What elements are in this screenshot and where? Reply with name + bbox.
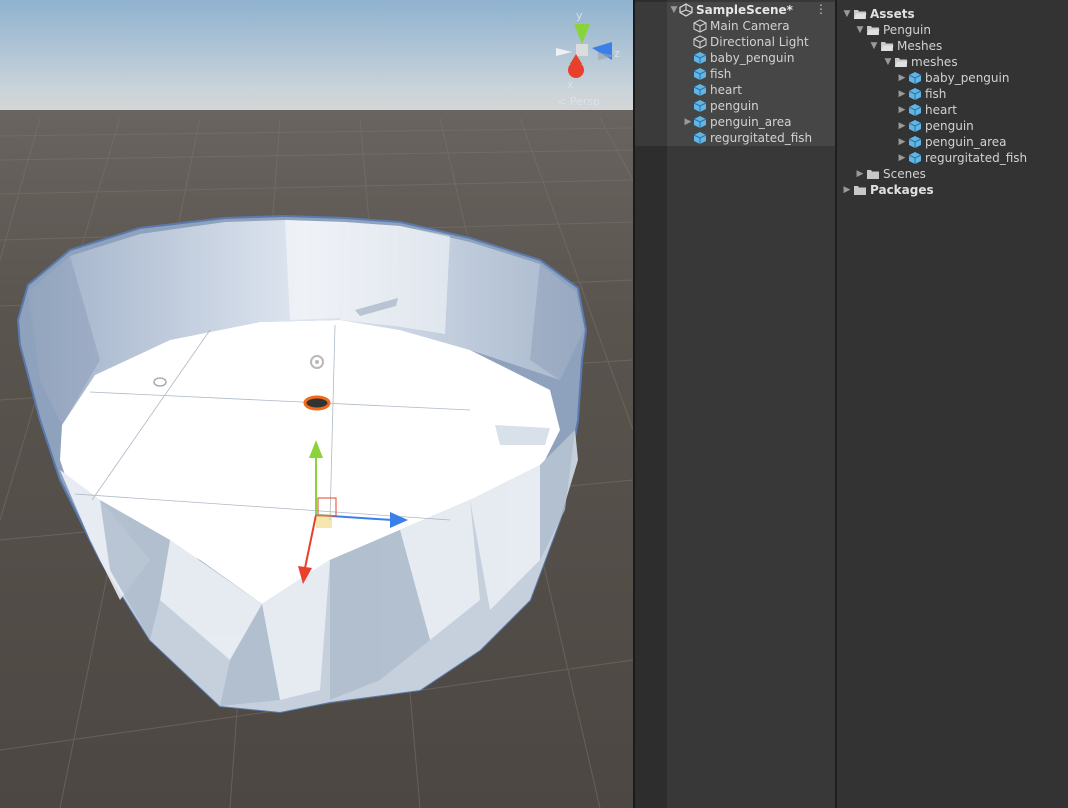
- hierarchy-item-label: penguin: [710, 99, 759, 113]
- project-asset-fish[interactable]: ▶ fish: [896, 86, 947, 102]
- project-folder-penguin[interactable]: ▼ Penguin: [854, 22, 931, 38]
- project-folder-assets[interactable]: ▼ Assets: [841, 6, 915, 22]
- expand-arrow-icon[interactable]: ▶: [896, 105, 908, 115]
- cube-icon: [693, 35, 707, 49]
- expand-arrow-icon[interactable]: ▶: [683, 117, 693, 127]
- project-asset-penguin[interactable]: ▶ penguin: [896, 118, 974, 134]
- expand-arrow-icon[interactable]: ▼: [868, 41, 880, 51]
- gizmo-y-label: y: [576, 9, 583, 22]
- hierarchy-item-label: Main Camera: [710, 19, 790, 33]
- model-prefab-icon: [908, 104, 922, 116]
- model-prefab-icon: [908, 136, 922, 148]
- hierarchy-panel: ▼ SampleScene* ⋮ Main Camera Directional…: [635, 0, 835, 808]
- hierarchy-item-main-camera[interactable]: Main Camera: [635, 18, 835, 34]
- hierarchy-item-baby-penguin[interactable]: baby_penguin: [635, 50, 835, 66]
- expand-arrow-icon[interactable]: ▶: [896, 121, 908, 131]
- asset-label: heart: [925, 103, 957, 117]
- hierarchy-item-label: heart: [710, 83, 742, 97]
- folder-label: Scenes: [883, 167, 926, 181]
- model-prefab-icon: [908, 72, 922, 84]
- folder-open-icon: [895, 58, 908, 67]
- folder-icon: [854, 186, 866, 195]
- hierarchy-item-label: regurgitated_fish: [710, 131, 813, 145]
- gizmo-z-label: z: [614, 47, 620, 60]
- expand-arrow-icon[interactable]: ▼: [854, 25, 866, 35]
- expand-arrow-icon[interactable]: ▼: [841, 9, 853, 19]
- asset-label: fish: [925, 87, 947, 101]
- expand-arrow-icon[interactable]: ▶: [896, 89, 908, 99]
- expand-arrow-icon[interactable]: ▶: [896, 73, 908, 83]
- folder-label: Meshes: [897, 39, 943, 53]
- hierarchy-item-fish[interactable]: fish: [635, 66, 835, 82]
- model-prefab-icon: [908, 152, 922, 164]
- projection-toggle[interactable]: < Persp: [557, 95, 600, 108]
- project-asset-baby-penguin[interactable]: ▶ baby_penguin: [896, 70, 1010, 86]
- hierarchy-item-penguin-area[interactable]: ▶ penguin_area: [635, 114, 835, 130]
- prefab-icon: [693, 100, 707, 112]
- asset-label: penguin_area: [925, 135, 1007, 149]
- hierarchy-item-label: Directional Light: [710, 35, 809, 49]
- expand-arrow-icon[interactable]: ▶: [841, 185, 853, 195]
- project-asset-penguin-area[interactable]: ▶ penguin_area: [896, 134, 1007, 150]
- expand-arrow-icon[interactable]: ▼: [882, 57, 894, 67]
- project-asset-regurgitated-fish[interactable]: ▶ regurgitated_fish: [896, 150, 1028, 166]
- hierarchy-item-heart[interactable]: heart: [635, 82, 835, 98]
- project-panel: ▼ Assets ▼ Penguin ▼ Meshes ▼ meshes ▶ b…: [837, 0, 1068, 808]
- folder-label: Packages: [870, 183, 934, 197]
- expand-arrow-icon[interactable]: ▶: [854, 169, 866, 179]
- asset-label: regurgitated_fish: [925, 151, 1028, 165]
- prefab-icon: [693, 116, 707, 128]
- cube-icon: [693, 19, 707, 33]
- selected-object-gizmo[interactable]: [303, 395, 331, 411]
- gizmo-x-label: x: [567, 78, 574, 91]
- expand-arrow-icon[interactable]: ▶: [896, 137, 908, 147]
- prefab-icon: [693, 132, 707, 144]
- folder-label: meshes: [911, 55, 958, 69]
- prefab-icon: [693, 52, 707, 64]
- kebab-menu-icon[interactable]: ⋮: [815, 3, 827, 15]
- model-prefab-icon: [908, 88, 922, 100]
- hierarchy-item-penguin[interactable]: penguin: [635, 98, 835, 114]
- hierarchy-item-label: penguin_area: [710, 115, 792, 129]
- hierarchy-scene-row[interactable]: ▼ SampleScene*: [635, 2, 835, 18]
- folder-open-icon: [854, 10, 867, 19]
- hierarchy-item-directional-light[interactable]: Directional Light: [635, 34, 835, 50]
- folder-icon: [867, 170, 879, 179]
- project-folder-packages[interactable]: ▶ Packages: [841, 182, 934, 198]
- prefab-icon: [693, 68, 707, 80]
- prefab-icon: [693, 84, 707, 96]
- scene-view[interactable]: y z x < Persp: [0, 0, 633, 808]
- hierarchy-item-label: baby_penguin: [710, 51, 795, 65]
- folder-open-icon: [867, 26, 880, 35]
- model-prefab-icon: [908, 120, 922, 132]
- project-asset-heart[interactable]: ▶ heart: [896, 102, 957, 118]
- expand-arrow-icon[interactable]: ▼: [669, 5, 679, 15]
- project-folder-meshes[interactable]: ▼ Meshes: [868, 38, 943, 54]
- folder-label: Assets: [870, 7, 915, 21]
- unity-scene-icon: [679, 3, 693, 17]
- hierarchy-item-regurgitated-fish[interactable]: regurgitated_fish: [635, 130, 835, 146]
- hierarchy-item-label: fish: [710, 67, 732, 81]
- asset-label: penguin: [925, 119, 974, 133]
- expand-arrow-icon[interactable]: ▶: [896, 153, 908, 163]
- scene-name: SampleScene*: [696, 3, 793, 17]
- project-folder-meshes-sub[interactable]: ▼ meshes: [882, 54, 958, 70]
- asset-label: baby_penguin: [925, 71, 1010, 85]
- folder-label: Penguin: [883, 23, 931, 37]
- project-folder-scenes[interactable]: ▶ Scenes: [854, 166, 926, 182]
- folder-open-icon: [881, 42, 894, 51]
